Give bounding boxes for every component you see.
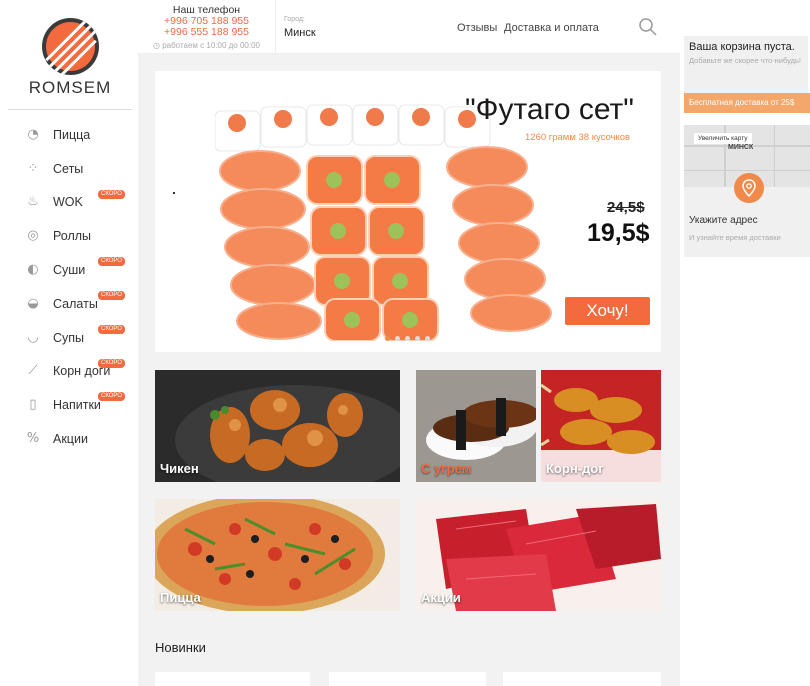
want-button[interactable]: Хочу!	[565, 297, 650, 325]
sidebar-item-wok[interactable]: ♨ WOK СКОРО	[0, 186, 138, 220]
category-menu: ◔ Пицца ⁘ Сеты ♨ WOK СКОРО ◎ Роллы ◐ Суш…	[0, 118, 138, 456]
sidebar-item-label: Акции	[53, 432, 88, 447]
cart-box: Ваша корзина пуста. Добавьте же скорее ч…	[684, 36, 808, 94]
soon-badge: СКОРО	[98, 392, 125, 402]
map-title: Укажите адрес	[689, 215, 758, 226]
soon-badge: СКОРО	[98, 257, 125, 267]
right-panel: Ваша корзина пуста. Добавьте же скорее ч…	[680, 0, 810, 686]
sushi-set-image	[215, 104, 552, 341]
sidebar-item-label: Пицца	[53, 127, 91, 142]
clock-icon: ◷	[153, 41, 163, 50]
map-pin-icon	[734, 173, 764, 203]
brand-name[interactable]: ROMSEM	[0, 78, 140, 98]
soup-icon: ◡	[27, 329, 39, 345]
enlarge-map-button[interactable]: Увеличить карту	[694, 133, 752, 144]
nav-link-delivery[interactable]: Доставка и оплата	[504, 22, 599, 34]
tile-label: Чикен	[160, 461, 199, 476]
divider	[8, 109, 132, 110]
sushi-icon: ◐	[27, 262, 39, 278]
cart-subtitle: Добавьте же скорее что-нибудь!	[689, 56, 801, 65]
sidebar-item-label: Суши	[53, 263, 86, 278]
rolls-icon: ◎	[27, 228, 39, 244]
new-price: 19,5$	[587, 219, 650, 247]
corndog-icon: ⟋	[28, 363, 38, 379]
free-delivery-banner: Бесплатная доставка от 25$	[684, 93, 810, 113]
product-card[interactable]	[155, 672, 310, 686]
category-tile-eel[interactable]: С угрем	[416, 370, 536, 482]
category-tile-promos[interactable]: Акции	[416, 499, 661, 611]
soon-badge: СКОРО	[98, 358, 125, 368]
sidebar-item-pizza[interactable]: ◔ Пицца	[0, 118, 138, 152]
tile-label: Пицца	[160, 590, 201, 605]
cart-title: Ваша корзина пуста.	[689, 41, 795, 53]
nav-link-reviews[interactable]: Отзывы	[457, 22, 497, 34]
category-tile-chicken[interactable]: Чикен	[155, 370, 400, 482]
sidebar-item-sushi[interactable]: ◐ Суши СКОРО	[0, 253, 138, 287]
phone-number[interactable]: +996 555 188 955	[138, 27, 275, 38]
product-card[interactable]	[329, 672, 486, 686]
wok-icon: ♨	[27, 194, 39, 210]
sidebar-item-label: Напитки	[53, 398, 101, 413]
sidebar: ROMSEM ◔ Пицца ⁘ Сеты ♨ WOK СКОРО ◎ Ролл…	[0, 0, 138, 686]
sidebar-item-label: Салаты	[53, 296, 98, 311]
tile-label: Акции	[421, 590, 461, 605]
banner-title: "Футаго сет"	[465, 93, 634, 126]
old-price: 24,5$	[607, 199, 645, 216]
phone-block: Наш телефон +996 705 188 955 +996 555 18…	[138, 0, 276, 54]
percent-icon: %	[26, 431, 40, 447]
logo-icon[interactable]	[42, 18, 99, 75]
carousel-dot[interactable]	[405, 336, 410, 341]
sidebar-item-promos[interactable]: % Акции	[0, 422, 138, 456]
sidebar-item-soups[interactable]: ◡ Супы СКОРО	[0, 321, 138, 355]
soon-badge: СКОРО	[98, 290, 125, 300]
work-hours: ◷ работаем с 10:00 до 00:00	[138, 41, 275, 50]
map-widget[interactable]: Увеличить карту МИНСК Укажите адрес И уз…	[684, 125, 810, 257]
sidebar-item-label: Роллы	[53, 229, 92, 244]
search-icon[interactable]	[638, 17, 658, 37]
soon-badge: СКОРО	[98, 189, 125, 199]
sidebar-item-label: Супы	[53, 330, 85, 345]
salad-icon: ◒	[27, 295, 39, 311]
sidebar-item-drinks[interactable]: ▯ Напитки СКОРО	[0, 388, 138, 422]
tile-label: С угрем	[421, 461, 472, 476]
pizza-icon: ◔	[27, 126, 39, 142]
carousel-dot[interactable]	[385, 336, 390, 341]
carousel-dots	[385, 336, 430, 341]
product-card[interactable]	[503, 672, 661, 686]
promo-banner[interactable]: "Футаго сет" 1260 грамм 38 кусочков 24,5…	[155, 71, 661, 352]
sidebar-item-label: Сеты	[53, 161, 84, 176]
sidebar-item-sets[interactable]: ⁘ Сеты	[0, 152, 138, 186]
category-tile-pizza[interactable]: Пицца	[155, 499, 400, 611]
header: Наш телефон +996 705 188 955 +996 555 18…	[138, 0, 680, 54]
new-items-title: Новинки	[155, 640, 206, 655]
sidebar-item-rolls[interactable]: ◎ Роллы	[0, 219, 138, 253]
sidebar-item-corndogs[interactable]: ⟋ Корн доги СКОРО	[0, 355, 138, 389]
soon-badge: СКОРО	[98, 324, 125, 334]
drink-icon: ▯	[29, 397, 37, 413]
map-subtitle: И узнайте время доставки	[689, 233, 781, 242]
sidebar-item-salads[interactable]: ◒ Салаты СКОРО	[0, 287, 138, 321]
tile-label: Корн-дог	[546, 461, 604, 476]
city-select[interactable]: Минск	[284, 27, 316, 39]
category-tile-corndog[interactable]: Корн-дог	[541, 370, 661, 482]
banner-subtitle: 1260 грамм 38 кусочков	[525, 132, 631, 143]
carousel-dot[interactable]	[395, 336, 400, 341]
sidebar-item-label: WOK	[53, 195, 83, 210]
city-label: Город:	[284, 16, 305, 23]
carousel-dot[interactable]	[415, 336, 420, 341]
map-city-label: МИНСК	[728, 144, 754, 151]
sets-icon: ⁘	[27, 160, 39, 176]
work-hours-text: работаем с 10:00 до 00:00	[162, 41, 260, 50]
carousel-dot[interactable]	[425, 336, 430, 341]
